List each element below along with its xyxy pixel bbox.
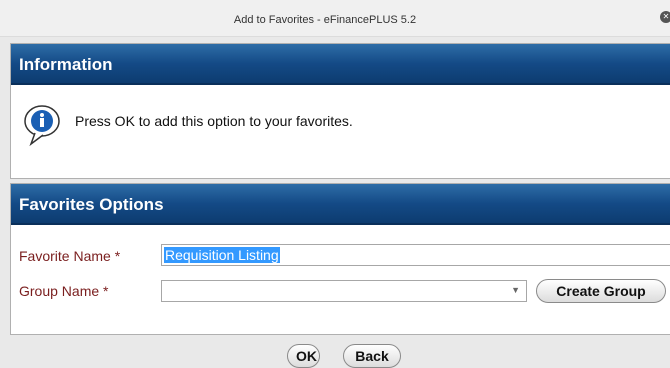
info-icon	[24, 105, 60, 147]
back-button[interactable]: Back	[343, 344, 401, 368]
window-titlebar: Add to Favorites - eFinancePLUS 5.2 ✕	[0, 0, 670, 37]
favorite-name-value: Requisition Listing	[164, 247, 280, 263]
favorite-name-label: Favorite Name *	[19, 248, 121, 264]
ok-button[interactable]: OK	[287, 344, 320, 368]
favorites-options-header-label: Favorites Options	[19, 195, 164, 214]
chevron-down-icon[interactable]: ▼	[511, 285, 520, 295]
group-name-label: Group Name *	[19, 283, 109, 299]
favorites-options-header: Favorites Options	[11, 184, 670, 225]
favorites-options-panel: Favorites Options Favorite Name * Requis…	[10, 183, 670, 335]
group-name-select[interactable]: ▼	[161, 280, 527, 302]
information-panel: Information Press OK to add this option …	[10, 43, 670, 179]
info-message: Press OK to add this option to your favo…	[75, 113, 353, 129]
favorite-name-input[interactable]: Requisition Listing	[161, 244, 670, 266]
information-header-label: Information	[19, 55, 113, 74]
create-group-button[interactable]: Create Group	[536, 279, 666, 303]
information-header: Information	[11, 44, 670, 85]
window-title: Add to Favorites - eFinancePLUS 5.2	[233, 14, 417, 26]
close-icon[interactable]: ✕	[660, 11, 670, 23]
